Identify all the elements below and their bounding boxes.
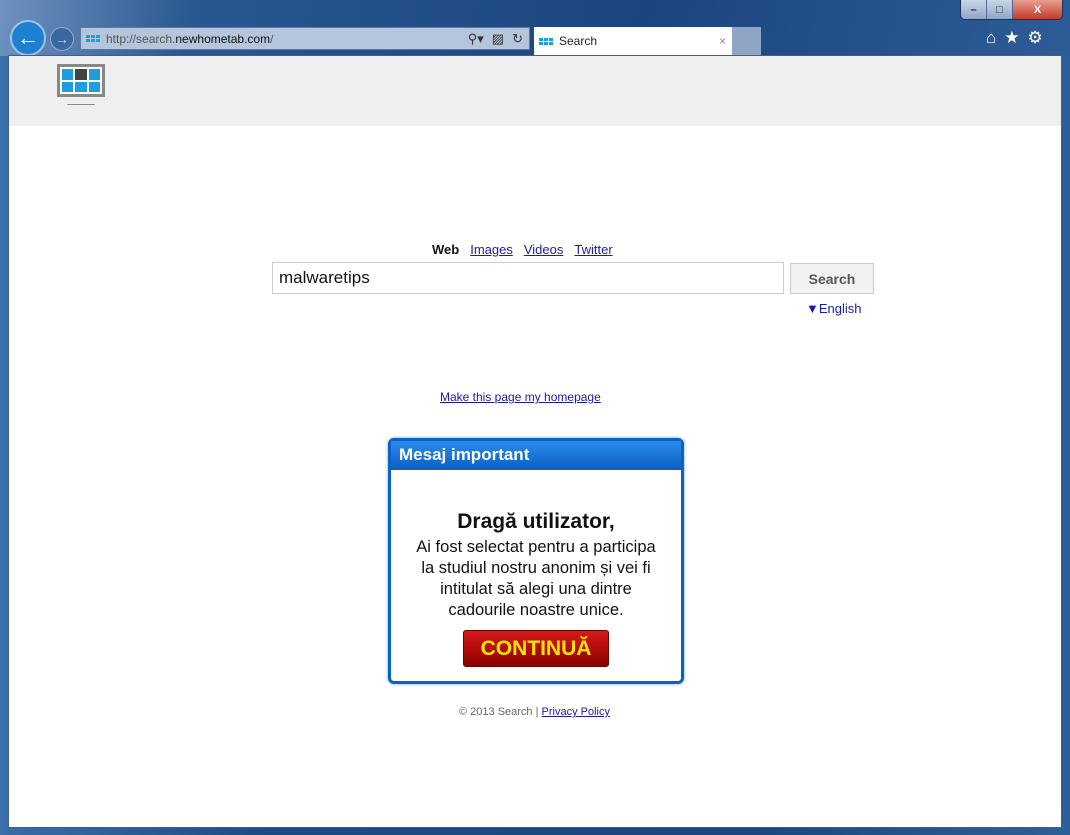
refresh-icon[interactable]: ↻ [512, 31, 523, 47]
address-bar[interactable]: http://search.newhometab.com/ ⚲▾ ▨ ↻ [80, 27, 530, 50]
url-suffix: / [270, 31, 274, 46]
forward-button[interactable]: → [50, 27, 74, 51]
popup-line: la studiul nostru anonim și vei fi [421, 559, 651, 577]
window-controls: – □ X [960, 0, 1063, 20]
continue-button[interactable]: CONTINUĂ [463, 630, 609, 667]
popup-text: Ai fost selectat pentru a participa la s… [391, 537, 681, 621]
tab-title: Search [559, 34, 598, 48]
scam-popup: Mesaj important Dragă utilizator, Ai fos… [388, 438, 684, 684]
search-dropdown-icon[interactable]: ⚲▾ [468, 31, 484, 47]
site-favicon-icon [86, 35, 100, 42]
url-text[interactable]: http://search.newhometab.com/ [106, 32, 273, 46]
favorites-star-icon[interactable]: ★ [1004, 28, 1019, 48]
popup-line: Ai fost selectat pentru a participa [416, 538, 656, 556]
tab-close-icon[interactable]: × [719, 34, 726, 48]
url-prefix: http://search. [106, 31, 176, 46]
tab-web[interactable]: Web [432, 242, 459, 257]
monitor-stand-icon [67, 98, 95, 105]
popup-line: cadourile noastre unice. [448, 601, 624, 619]
settings-gear-icon[interactable]: ⚙ [1028, 28, 1043, 48]
monitor-logo-icon [57, 64, 105, 97]
minimize-button[interactable]: – [961, 0, 987, 19]
popup-header: Mesaj important [391, 441, 681, 470]
home-icon[interactable]: ⌂ [986, 28, 996, 48]
arrow-right-icon: → [55, 31, 69, 47]
footer: © 2013 Search | Privacy Policy [459, 706, 610, 718]
footer-copyright: © 2013 Search | [459, 706, 539, 718]
popup-title: Dragă utilizator, [457, 510, 615, 533]
tab-images[interactable]: Images [470, 242, 513, 257]
tab-videos[interactable]: Videos [524, 242, 564, 257]
compatibility-view-icon[interactable]: ▨ [492, 31, 504, 47]
search-type-nav: Web Images Videos Twitter [432, 242, 613, 257]
close-button[interactable]: X [1013, 0, 1062, 19]
url-domain: newhometab.com [175, 31, 271, 46]
search-button[interactable]: Search [790, 263, 874, 294]
header-band [9, 56, 1061, 126]
new-tab-button[interactable] [732, 27, 761, 55]
search-input[interactable] [272, 262, 784, 294]
tab-search[interactable]: Search × [534, 27, 732, 55]
make-homepage-link[interactable]: Make this page my homepage [440, 390, 601, 404]
privacy-policy-link[interactable]: Privacy Policy [542, 706, 610, 718]
popup-line: intitulat să alegi una dintre [440, 580, 632, 598]
page-content: Web Images Videos Twitter Search ▼Englis… [8, 55, 1062, 828]
arrow-left-icon: ← [17, 25, 39, 50]
maximize-button[interactable]: □ [987, 0, 1013, 19]
tab-twitter[interactable]: Twitter [574, 242, 612, 257]
tab-favicon-icon [539, 37, 553, 45]
back-button[interactable]: ← [10, 20, 46, 56]
language-selector[interactable]: ▼English [806, 301, 862, 316]
